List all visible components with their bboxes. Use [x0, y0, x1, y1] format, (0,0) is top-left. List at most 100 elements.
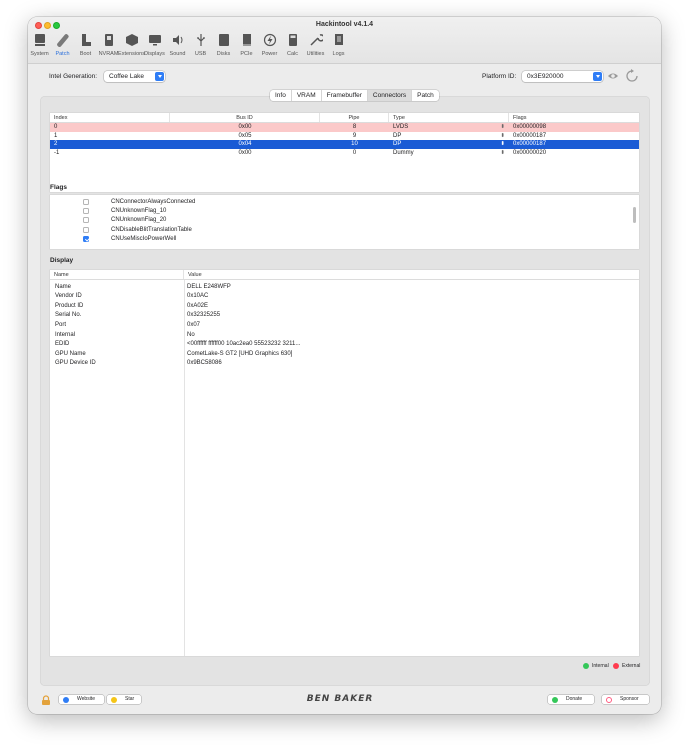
toolbar-item-calc[interactable]: Calc [281, 30, 304, 61]
flag-checkbox[interactable] [83, 217, 89, 223]
cell-flags[interactable]: 0x00000020 [509, 149, 639, 158]
flags-scrollbar[interactable] [633, 207, 636, 223]
display-row-value[interactable]: <00ffffff ffffff00 10ac2ea0 55523232 321… [187, 341, 300, 347]
tab-bar: Info VRAM Framebuffer Connectors Patch [270, 90, 439, 101]
flag-item[interactable]: CNUnknownFlag_10 [83, 208, 166, 214]
toolbar-item-label: Utilities [306, 51, 325, 57]
display-row-value[interactable]: 0x10AC [187, 293, 208, 299]
cell-pipe[interactable]: 9 [320, 132, 389, 141]
display-row-value[interactable]: DELL E248WFP [187, 284, 231, 290]
toolbar-item-nvram[interactable]: NVRAM [97, 30, 120, 61]
cell-type[interactable]: LVDS ⬍ [389, 123, 509, 132]
cell-pipe[interactable]: 0 [320, 149, 389, 158]
tab-framebuffer[interactable]: Framebuffer [322, 90, 368, 101]
column-header-bus-id[interactable]: Bus ID [170, 113, 320, 122]
toolbar-item-label: Sound [169, 51, 186, 57]
table-row-selected[interactable]: 2 0x04 10 DP ⬍ 0x00000187 [50, 140, 639, 149]
intel-generation-select[interactable]: Coffee Lake [104, 71, 165, 82]
toolbar-item-sound[interactable]: Sound [166, 30, 189, 61]
toolbar-item-disks[interactable]: Disks [212, 30, 235, 61]
star-button[interactable]: Star [107, 695, 141, 704]
display-row-value[interactable]: CometLake-S GT2 [UHD Graphics 630] [187, 351, 292, 357]
cell-type-value: DP [393, 132, 402, 139]
toolbar-item-label: Extensions [118, 51, 145, 57]
window-title: Hackintool v4.1.4 [315, 21, 374, 28]
donate-button[interactable]: Donate [548, 695, 594, 704]
cell-type[interactable]: DP ⬍ [389, 132, 509, 141]
flag-item[interactable]: CNDisableBlitTranslationTable [83, 227, 192, 233]
tab-connectors[interactable]: Connectors [367, 90, 413, 101]
cell-pipe[interactable]: 10 [320, 140, 389, 149]
platform-id-select[interactable]: 0x3E920000 [522, 71, 603, 82]
table-row[interactable]: -1 0x00 0 Dummy ⬍ 0x00000020 [50, 149, 639, 158]
flag-checkbox-checked[interactable] [83, 236, 89, 242]
column-header-pipe[interactable]: Pipe [320, 113, 389, 122]
toolbar-item-system[interactable]: System [28, 30, 51, 61]
table-row[interactable]: 0 0x00 8 LVDS ⬍ 0x00000098 [50, 123, 639, 132]
cell-flags[interactable]: 0x00000098 [509, 123, 639, 132]
sponsor-button-label: Sponsor [620, 696, 639, 702]
display-section-title: Display [50, 257, 74, 264]
toolbar-item-usb[interactable]: USB [189, 30, 212, 61]
column-header-flags[interactable]: Flags [509, 113, 639, 122]
display-row-value[interactable]: 0xA02E [187, 303, 208, 309]
column-header-name[interactable]: Name [50, 270, 184, 279]
toolbar-item-label: NVRAM [98, 51, 119, 57]
column-header-type[interactable]: Type [389, 113, 509, 122]
nvram-icon [102, 33, 116, 47]
flag-checkbox[interactable] [83, 199, 89, 205]
flag-item[interactable]: CNUseMiscIoPowerWell [83, 236, 176, 242]
toolbar-item-boot[interactable]: Boot [74, 30, 97, 61]
chevron-down-icon [155, 72, 164, 81]
toolbar-item-label: Patch [55, 51, 70, 57]
cell-bus-id[interactable]: 0x00 [170, 123, 320, 132]
toolbar-item-displays[interactable]: Displays [143, 30, 166, 61]
toolbar-item-pcie[interactable]: PCIe [235, 30, 258, 61]
cell-bus-id[interactable]: 0x05 [170, 132, 320, 141]
lock-icon[interactable] [41, 695, 51, 705]
tab-patch[interactable]: Patch [412, 90, 439, 101]
disks-icon [217, 33, 231, 47]
toolbar-item-logs[interactable]: Logs [327, 30, 350, 61]
display-row-value[interactable]: 0x32325255 [187, 312, 220, 318]
chevron-down-icon [593, 72, 602, 81]
display-row-name: Product ID [55, 303, 84, 309]
updown-icon: ⬍ [500, 149, 505, 156]
flag-item[interactable]: CNUnknownFlag_20 [83, 217, 166, 223]
eye-icon[interactable] [607, 71, 619, 81]
toolbar-item-patch[interactable]: Patch [51, 30, 74, 61]
flag-item[interactable]: CNConnectorAlwaysConnected [83, 199, 195, 205]
flag-checkbox[interactable] [83, 227, 89, 233]
toolbar-item-extensions[interactable]: Extensions [118, 30, 145, 61]
column-divider [184, 280, 185, 656]
cell-index: 1 [54, 132, 58, 139]
refresh-icon[interactable] [625, 69, 639, 83]
table-row[interactable]: 1 0x05 9 DP ⬍ 0x00000187 [50, 132, 639, 141]
cell-flags[interactable]: 0x00000187 [509, 140, 639, 149]
display-row-name: Vendor ID [55, 293, 82, 299]
tab-info[interactable]: Info [270, 90, 292, 101]
tab-vram[interactable]: VRAM [292, 90, 322, 101]
column-header-index[interactable]: Index [50, 113, 170, 122]
display-row-value[interactable]: No [187, 332, 195, 338]
cell-bus-id[interactable]: 0x00 [170, 149, 320, 158]
power-icon [263, 33, 277, 47]
cell-bus-id[interactable]: 0x04 [170, 140, 320, 149]
display-row-value[interactable]: 0x9BC58086 [187, 360, 222, 366]
cell-type[interactable]: Dummy ⬍ [389, 149, 509, 158]
cell-type[interactable]: DP ⬍ [389, 140, 509, 149]
toolbar-item-utilities[interactable]: Utilities [304, 30, 327, 61]
cell-index: 0 [54, 124, 58, 130]
platform-id-label: Platform ID: [482, 73, 517, 80]
cell-flags[interactable]: 0x00000187 [509, 132, 639, 141]
column-header-value[interactable]: Value [184, 270, 639, 279]
website-button[interactable]: Website [59, 695, 104, 704]
display-row-value[interactable]: 0x07 [187, 322, 200, 328]
cell-pipe[interactable]: 8 [320, 123, 389, 132]
toolbar-item-label: Power [261, 51, 278, 57]
calc-icon [286, 33, 300, 47]
extensions-icon [125, 33, 139, 47]
sponsor-button[interactable]: Sponsor [602, 695, 649, 704]
flag-checkbox[interactable] [83, 208, 89, 214]
toolbar-item-power[interactable]: Power [258, 30, 281, 61]
